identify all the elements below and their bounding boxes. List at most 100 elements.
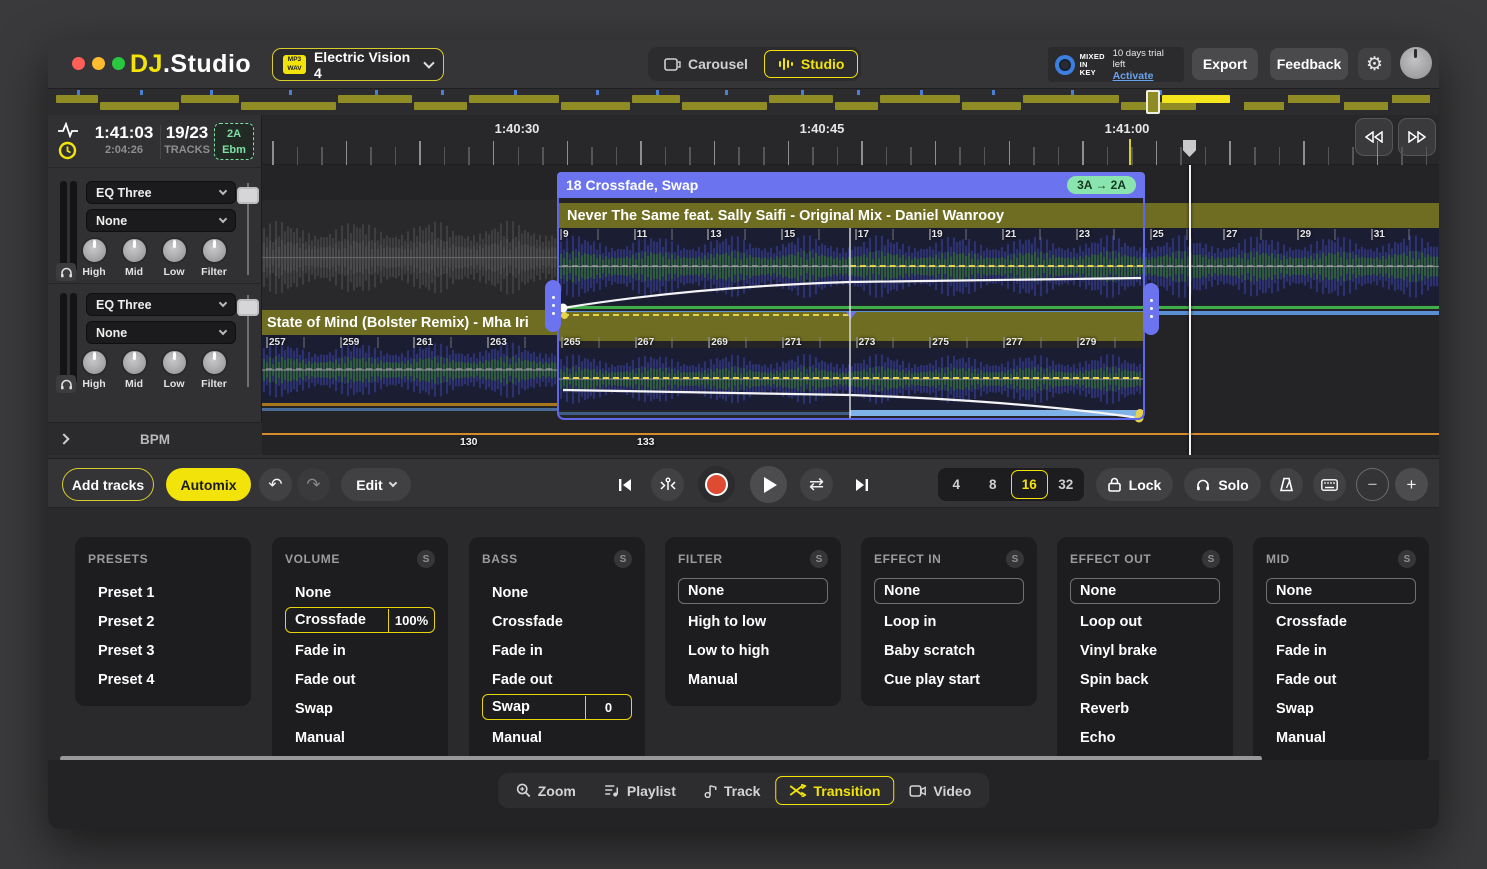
option-manual[interactable]: Manual	[678, 665, 828, 694]
record-button[interactable]	[698, 466, 735, 503]
zoom-out-button[interactable]: −	[1356, 468, 1389, 501]
sync-badge[interactable]: S	[417, 550, 435, 568]
deck-1-filter-knob[interactable]	[201, 237, 228, 264]
minimap-segment[interactable]	[1392, 95, 1430, 103]
deck-2-cue-button[interactable]	[56, 375, 76, 393]
deck-2-volume-slider[interactable]	[237, 299, 259, 316]
option-preset-4[interactable]: Preset 4	[88, 665, 238, 694]
minimize-window-button[interactable]	[92, 57, 105, 70]
option-none[interactable]: None	[1070, 578, 1220, 604]
option-none[interactable]: None	[678, 578, 828, 604]
minimap-segment[interactable]	[469, 95, 559, 103]
minimap-segment[interactable]	[56, 95, 98, 103]
deck-2-effect-select[interactable]: None	[86, 321, 236, 344]
timeline-tracks[interactable]: Never The Same feat. Sally Saifi - Origi…	[262, 165, 1439, 455]
minimap-segment[interactable]	[561, 102, 630, 110]
option-none[interactable]: None	[285, 578, 435, 607]
deck-1-high-knob[interactable]	[81, 237, 108, 264]
tab-studio[interactable]: Studio	[764, 50, 859, 78]
grid-size-16[interactable]: 16	[1011, 470, 1048, 499]
timeline-minimap[interactable]	[48, 88, 1439, 115]
transition-header[interactable]: 18 Crossfade, Swap 3A → 2A	[557, 172, 1145, 198]
zoom-in-button[interactable]: +	[1395, 468, 1428, 501]
option-loop-in[interactable]: Loop in	[874, 607, 1024, 636]
option-manual[interactable]: Manual	[285, 723, 435, 752]
minimap-segment[interactable]	[835, 102, 878, 110]
tab-transition[interactable]: Transition	[775, 776, 894, 805]
tab-carousel[interactable]: Carousel	[651, 50, 761, 78]
sync-badge[interactable]: S	[1006, 550, 1024, 568]
sync-badge[interactable]: S	[1202, 550, 1220, 568]
deck-1-mid-knob[interactable]	[121, 237, 148, 264]
option-none[interactable]: None	[482, 578, 632, 607]
deck-1-low-knob[interactable]	[161, 237, 188, 264]
minimap-segment[interactable]	[100, 102, 179, 110]
project-selector[interactable]: MP3WAV Electric Vision 4	[272, 48, 444, 81]
activate-link[interactable]: Activate	[1113, 70, 1177, 82]
option-none[interactable]: None	[874, 578, 1024, 604]
fast-forward-button[interactable]	[1398, 118, 1436, 156]
option-swap[interactable]: Swap0	[482, 694, 632, 720]
option-low-to-high[interactable]: Low to high	[678, 636, 828, 665]
option-crossfade[interactable]: Crossfade100%	[285, 607, 435, 633]
sync-badge[interactable]: S	[614, 550, 632, 568]
option-fade-in[interactable]: Fade in	[1266, 636, 1416, 665]
option-crossfade[interactable]: Crossfade	[482, 607, 632, 636]
option-echo[interactable]: Echo	[1070, 723, 1220, 752]
undo-button[interactable]: ↶	[259, 468, 292, 501]
option-baby-scratch[interactable]: Baby scratch	[874, 636, 1024, 665]
option-loop-out[interactable]: Loop out	[1070, 607, 1220, 636]
option-high-to-low[interactable]: High to low	[678, 607, 828, 636]
minimap-segment[interactable]	[181, 95, 239, 103]
option-fade-out[interactable]: Fade out	[1266, 665, 1416, 694]
loop-button[interactable]: ⇄	[800, 468, 833, 501]
minimap-segment[interactable]	[1288, 95, 1340, 103]
automix-button[interactable]: Automix	[166, 468, 251, 501]
minimap-segment[interactable]	[1344, 102, 1388, 110]
option-preset-3[interactable]: Preset 3	[88, 636, 238, 665]
timeline-ruler[interactable]: 1:40:30 1:40:45 1:41:00	[262, 115, 1439, 165]
rewind-button[interactable]	[1355, 118, 1393, 156]
minimap-playhead[interactable]	[1146, 90, 1160, 114]
option-swap[interactable]: Swap	[285, 694, 435, 723]
deck-2-high-knob[interactable]	[81, 349, 108, 376]
export-button[interactable]: Export	[1192, 48, 1258, 80]
minimap-segment[interactable]	[1023, 95, 1119, 103]
tab-playlist[interactable]: Playlist	[591, 776, 689, 805]
playhead[interactable]	[1189, 165, 1191, 455]
skip-end-button[interactable]	[845, 468, 878, 501]
option-fade-in[interactable]: Fade in	[285, 636, 435, 665]
minimap-segment[interactable]	[414, 102, 467, 110]
tempo-automation-line[interactable]	[262, 433, 1439, 435]
deck-1-volume-slider[interactable]	[237, 187, 259, 204]
deck-2-eq-select[interactable]: EQ Three	[86, 293, 236, 316]
redo-button[interactable]: ↷	[297, 468, 330, 501]
option-manual[interactable]: Manual	[482, 723, 632, 752]
tab-track[interactable]: Track	[691, 776, 774, 805]
grid-size-32[interactable]: 32	[1048, 471, 1085, 498]
volume-automation-top[interactable]	[563, 278, 1141, 308]
deck-1-effect-select[interactable]: None	[86, 209, 236, 232]
volume-automation-bottom[interactable]	[563, 390, 1139, 418]
settings-button[interactable]: ⚙	[1358, 48, 1391, 80]
sync-badge[interactable]: S	[810, 550, 828, 568]
option-vinyl-brake[interactable]: Vinyl brake	[1070, 636, 1220, 665]
minimap-segment[interactable]	[769, 95, 833, 103]
deck-2-filter-knob[interactable]	[201, 349, 228, 376]
option-reverb[interactable]: Reverb	[1070, 694, 1220, 723]
transition-right-handle[interactable]	[1143, 283, 1159, 335]
sync-badge[interactable]: S	[1398, 550, 1416, 568]
option-fade-in[interactable]: Fade in	[482, 636, 632, 665]
edit-menu-button[interactable]: Edit	[341, 468, 411, 501]
minimap-segment[interactable]	[632, 95, 680, 103]
feedback-button[interactable]: Feedback	[1270, 48, 1348, 80]
split-button[interactable]	[651, 468, 684, 501]
minimap-segment[interactable]	[338, 95, 412, 103]
tab-video[interactable]: Video	[896, 776, 984, 805]
option-preset-1[interactable]: Preset 1	[88, 578, 238, 607]
solo-button[interactable]: Solo	[1184, 468, 1261, 501]
add-tracks-button[interactable]: Add tracks	[62, 468, 154, 501]
option-crossfade[interactable]: Crossfade	[1266, 607, 1416, 636]
option-preset-2[interactable]: Preset 2	[88, 607, 238, 636]
option-none[interactable]: None	[1266, 578, 1416, 604]
